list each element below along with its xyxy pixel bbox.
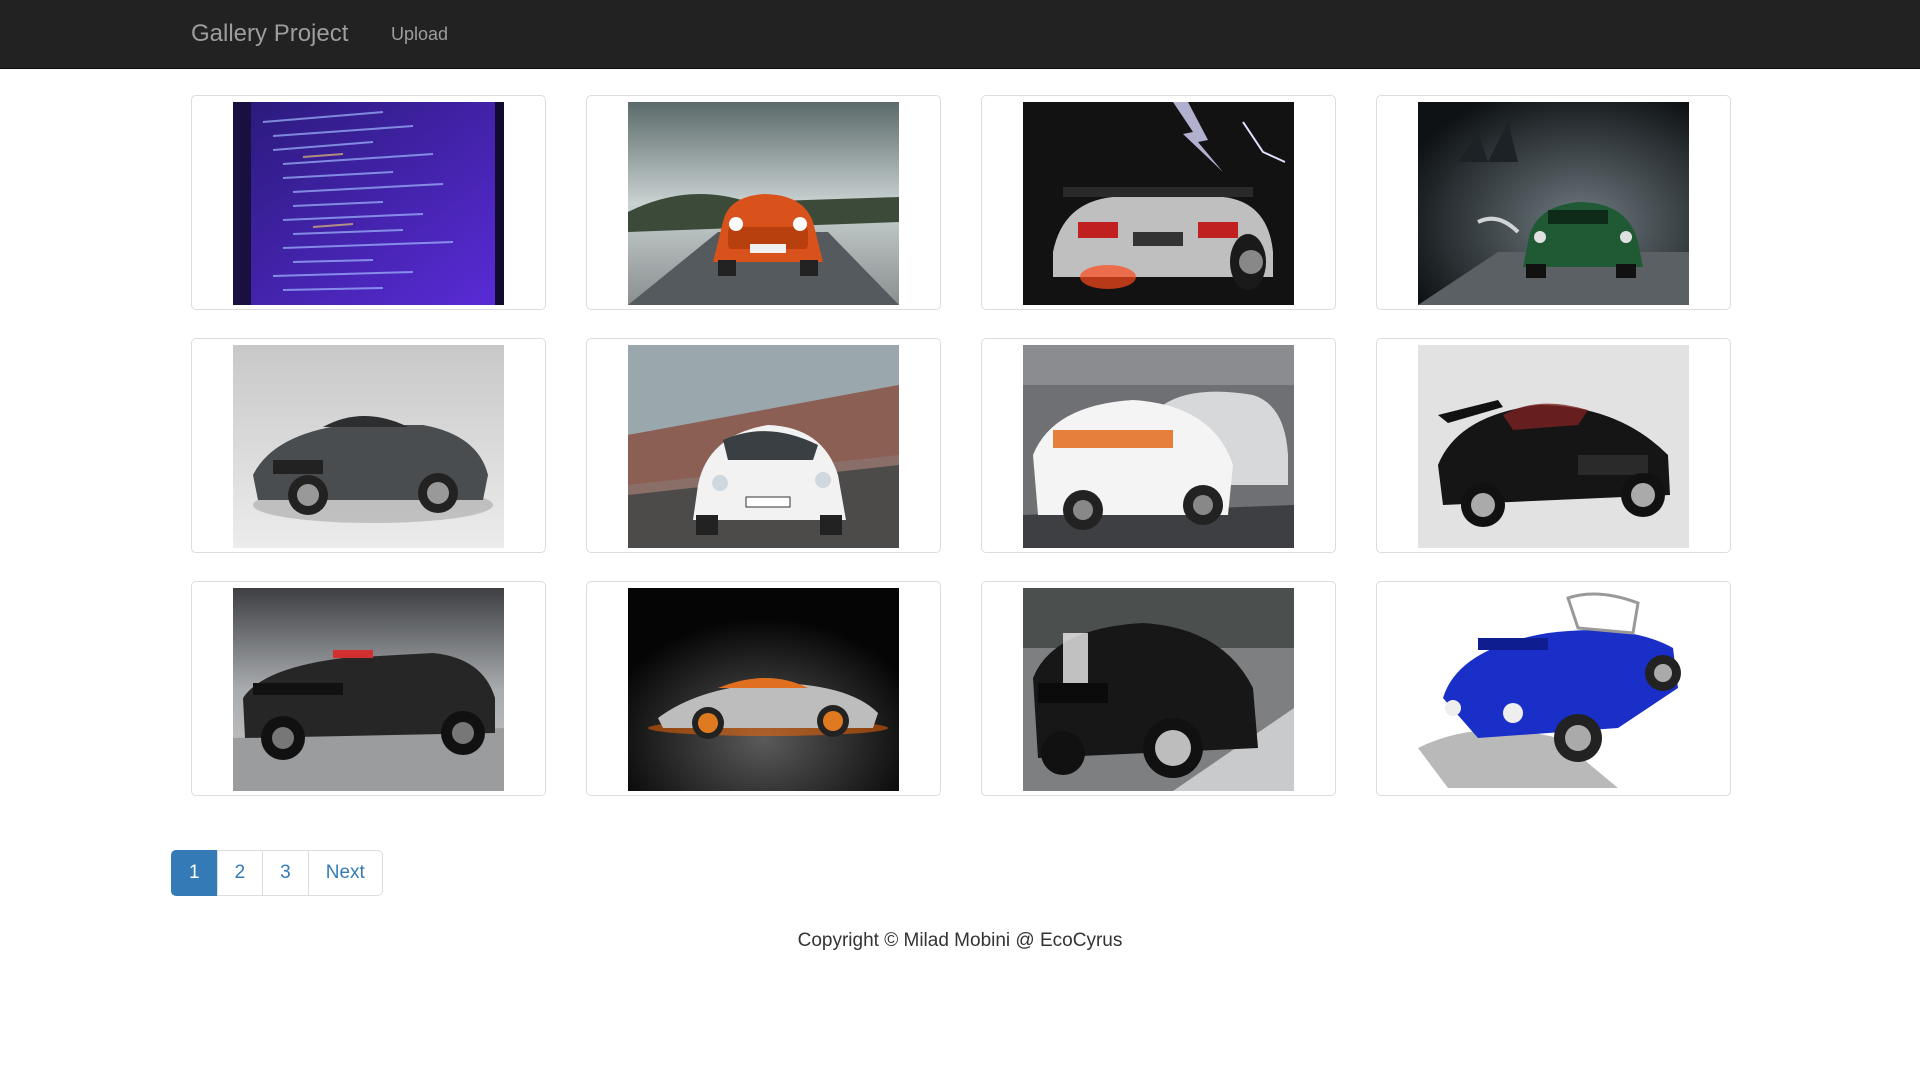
green-muscle-car-image: [1418, 102, 1689, 305]
gallery-thumbnail[interactable]: [586, 338, 941, 553]
gallery-thumbnail[interactable]: [1376, 338, 1731, 553]
gallery-thumbnail[interactable]: [981, 95, 1336, 310]
safety-car-image: [1023, 345, 1294, 548]
gallery-thumbnail[interactable]: [981, 338, 1336, 553]
next-page-button[interactable]: Next: [307, 850, 383, 896]
page-link-3[interactable]: 3: [262, 850, 309, 896]
black-muscle-car-red-stripe-image: [233, 588, 504, 791]
gallery-thumbnail[interactable]: [191, 95, 546, 310]
gallery-thumbnail[interactable]: [586, 581, 941, 796]
gallery-thumbnail[interactable]: [586, 95, 941, 310]
gallery-thumbnail[interactable]: [191, 581, 546, 796]
pagination: 1 2 3 Next: [171, 850, 383, 896]
orange-car-image: [628, 102, 899, 305]
blue-roadster-image: [1418, 588, 1689, 791]
page-link-1[interactable]: 1: [171, 850, 218, 896]
gallery-thumbnail[interactable]: [981, 581, 1336, 796]
gallery-thumbnail[interactable]: [1376, 95, 1731, 310]
gallery-thumbnail[interactable]: [1376, 581, 1731, 796]
nav-link-upload[interactable]: Upload: [391, 22, 448, 46]
top-navbar: Gallery Project Upload: [0, 0, 1920, 69]
brand-link[interactable]: Gallery Project: [191, 19, 348, 49]
black-muscle-car-street-image: [1023, 588, 1294, 791]
grey-supercar-image: [233, 345, 504, 548]
code-screen-image: [233, 102, 504, 305]
gallery-thumbnail[interactable]: [191, 338, 546, 553]
footer-copyright: Copyright © Milad Mobini @ EcoCyrus: [797, 930, 1123, 951]
page-link-2[interactable]: 2: [216, 850, 264, 896]
white-hatchback-image: [628, 345, 899, 548]
black-sports-car-image: [1418, 345, 1689, 548]
silver-supercar-lightning-image: [1023, 102, 1294, 305]
silver-concept-car-image: [628, 588, 899, 791]
